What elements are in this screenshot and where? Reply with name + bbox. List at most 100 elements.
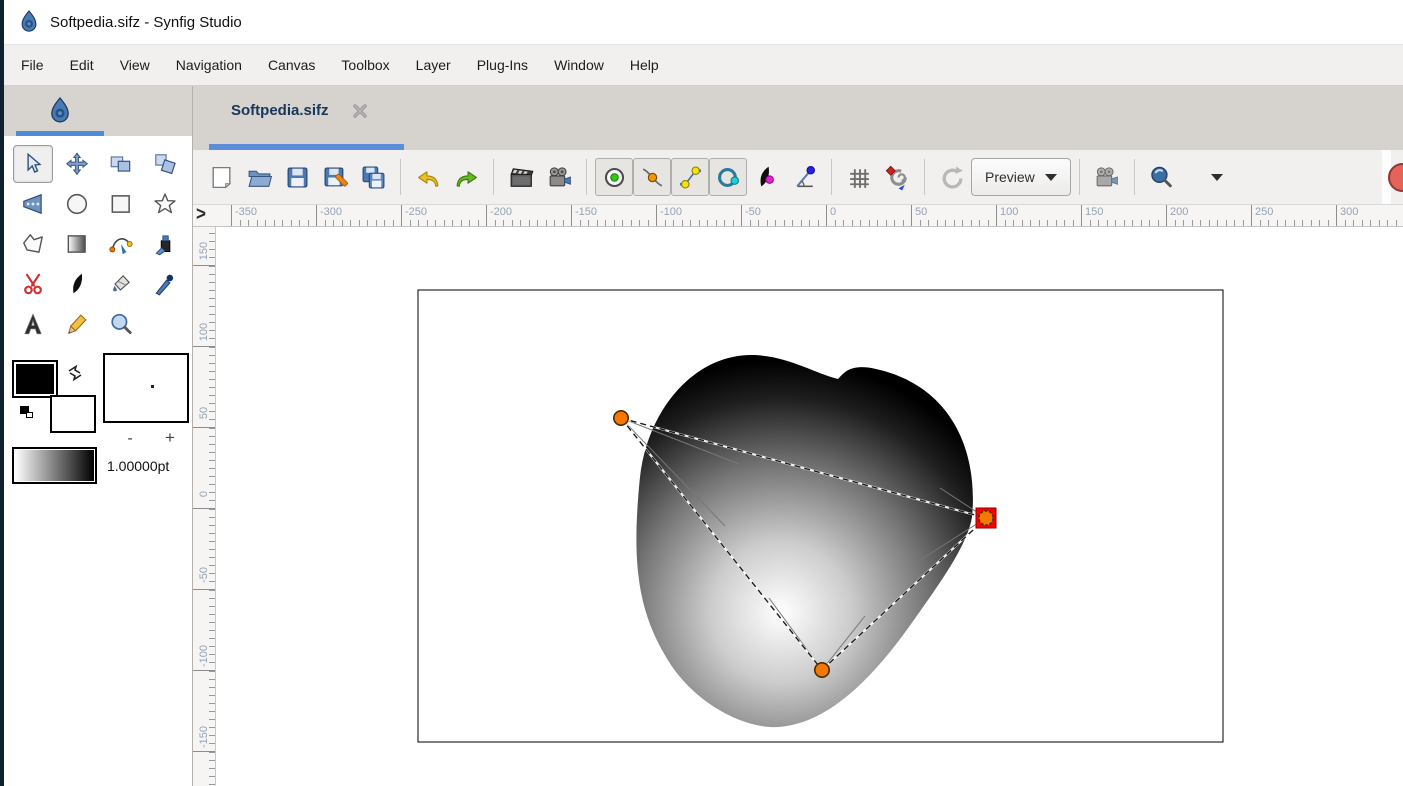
menu-navigation[interactable]: Navigation — [163, 49, 255, 81]
render-preview-camera-button[interactable] — [1088, 158, 1126, 196]
h-ruler-label: 200 — [1170, 206, 1188, 218]
window-title: Softpedia.sifz - Synfig Studio — [50, 14, 242, 31]
h-ruler-label: 250 — [1255, 206, 1273, 218]
tab-close-icon[interactable] — [351, 102, 369, 120]
ruler-corner[interactable]: > — [193, 205, 216, 227]
tool-smooth-move[interactable] — [57, 145, 97, 183]
toggle-angle-handles-button[interactable] — [785, 158, 823, 196]
h-ruler-label: -100 — [660, 206, 682, 218]
tool-draw[interactable] — [145, 225, 185, 263]
grid-snap-icon — [884, 164, 911, 191]
swap-colors-icon[interactable] — [66, 364, 84, 382]
redo-arrow-icon — [453, 164, 480, 191]
v-ruler-label: 0 — [198, 474, 210, 514]
menu-toolbox[interactable]: Toolbox — [328, 49, 402, 81]
save-button[interactable] — [278, 158, 316, 196]
refresh-button[interactable] — [933, 158, 971, 196]
tool-eyedrop[interactable] — [145, 265, 185, 303]
increase-brush-button[interactable]: + — [160, 428, 180, 448]
open-folder-icon — [246, 164, 273, 191]
toolbar-separator — [493, 159, 494, 195]
synfig-logo-icon — [47, 96, 73, 126]
open-button[interactable] — [240, 158, 278, 196]
toggle-grid-snap-button[interactable] — [878, 158, 916, 196]
expander-chevron-icon[interactable]: > — [196, 203, 206, 226]
movie-camera-icon — [1093, 164, 1120, 191]
tab-softpedia[interactable]: Softpedia.sifz — [231, 102, 329, 119]
mirror-icon — [108, 151, 134, 177]
toggle-width-handles-button[interactable] — [747, 158, 785, 196]
h-ruler-label: 150 — [1085, 206, 1103, 218]
width-handle-icon — [753, 164, 780, 191]
vertical-ruler: 150100500-50-100-150 — [193, 227, 216, 786]
new-document-button[interactable] — [202, 158, 240, 196]
titlebar: Softpedia.sifz - Synfig Studio — [4, 0, 1403, 44]
default-gradient-swatch[interactable] — [12, 447, 97, 484]
toolbar-separator — [586, 159, 587, 195]
menu-window[interactable]: Window — [541, 49, 617, 81]
toggle-tangent-handles-button[interactable] — [671, 158, 709, 196]
outline-color-swatch[interactable] — [50, 395, 96, 433]
reset-colors-icon[interactable] — [20, 406, 33, 418]
canvas-row: 150100500-50-100-150 — [193, 227, 1403, 786]
zoom-dropdown-icon[interactable] — [1211, 174, 1223, 181]
tool-polygon[interactable] — [13, 225, 53, 263]
tool-rectangle[interactable] — [101, 185, 141, 223]
menu-plugins[interactable]: Plug-Ins — [464, 49, 541, 81]
h-ruler-label: 50 — [915, 206, 927, 218]
tool-gradient[interactable] — [57, 225, 97, 263]
decrease-brush-button[interactable]: - — [120, 430, 140, 448]
toggle-grid-button[interactable] — [840, 158, 878, 196]
tool-width[interactable] — [13, 185, 53, 223]
tool-spline[interactable] — [101, 225, 141, 263]
h-ruler-label: 300 — [1340, 206, 1358, 218]
undo-arrow-icon — [415, 164, 442, 191]
tool-cutout[interactable] — [13, 265, 53, 303]
menu-canvas[interactable]: Canvas — [255, 49, 328, 81]
render-button[interactable] — [502, 158, 540, 196]
menu-help[interactable]: Help — [617, 49, 672, 81]
menu-file[interactable]: File — [8, 49, 57, 81]
tool-scale[interactable] — [145, 145, 185, 183]
tool-transform[interactable] — [13, 145, 53, 183]
tool-sketch[interactable] — [57, 305, 97, 343]
tool-fill[interactable] — [101, 265, 141, 303]
fill-color-swatch[interactable] — [12, 360, 58, 398]
menu-view[interactable]: View — [107, 49, 163, 81]
toolbox-tabstrip — [4, 86, 192, 136]
preview-button-camera[interactable] — [540, 158, 578, 196]
preview-quality-dropdown[interactable]: Preview — [971, 158, 1071, 196]
redo-button[interactable] — [447, 158, 485, 196]
save-all-button[interactable] — [354, 158, 392, 196]
toggle-position-handles-button[interactable] — [595, 158, 633, 196]
tool-circle[interactable] — [57, 185, 97, 223]
tool-mirror[interactable] — [101, 145, 141, 183]
canvas-svg[interactable] — [216, 227, 1402, 786]
canvas-view[interactable] — [216, 227, 1403, 786]
movie-camera-icon — [546, 164, 573, 191]
menubar: FileEditViewNavigationCanvasToolboxLayer… — [4, 44, 1403, 86]
vertex-handle-selected[interactable] — [979, 511, 993, 525]
position-handle-icon — [601, 164, 628, 191]
menu-layer[interactable]: Layer — [403, 49, 464, 81]
pencil-icon — [64, 311, 90, 337]
vertex-handle[interactable] — [815, 663, 829, 677]
clapperboard-icon — [508, 164, 535, 191]
tool-star[interactable] — [145, 185, 185, 223]
h-ruler-label: -150 — [575, 206, 597, 218]
save-as-button[interactable] — [316, 158, 354, 196]
tool-grid — [11, 144, 189, 344]
move-cross-icon — [64, 151, 90, 177]
zoom-fit-button[interactable] — [1143, 158, 1181, 196]
horizontal-ruler: -350-300-250-200-150-100-500501001502002… — [216, 205, 1403, 227]
tool-text[interactable] — [13, 305, 53, 343]
tool-brush[interactable] — [57, 265, 97, 303]
toggle-vertex-handles-button[interactable] — [633, 158, 671, 196]
menu-edit[interactable]: Edit — [57, 49, 107, 81]
gradient-icon — [64, 231, 90, 257]
toggle-radius-handles-button[interactable] — [709, 158, 747, 196]
undo-button[interactable] — [409, 158, 447, 196]
vertex-handle[interactable] — [614, 411, 628, 425]
tool-zoom[interactable] — [101, 305, 141, 343]
toolbox-tab[interactable] — [16, 90, 104, 131]
